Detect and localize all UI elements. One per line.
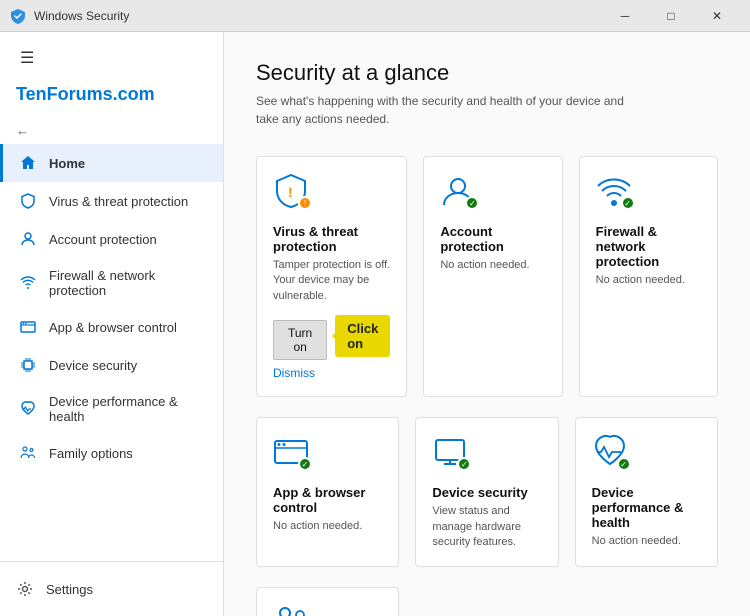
sidebar-item-home[interactable]: Home [0, 144, 223, 182]
heart-icon [19, 400, 37, 418]
sidebar-item-device-label: Device security [49, 358, 137, 373]
app-status-dot: ✓ [298, 457, 312, 471]
firewall-status-dot: ✓ [621, 196, 635, 210]
browser-icon [19, 318, 37, 336]
card-virus[interactable]: ! ! Virus & threat protection Tamper pro… [256, 156, 407, 397]
card-family[interactable]: Family options Manage how your family us… [256, 587, 399, 616]
maximize-button[interactable]: □ [648, 0, 694, 32]
settings-icon [16, 580, 34, 598]
sidebar-item-app-label: App & browser control [49, 320, 177, 335]
app-card-desc: No action needed. [273, 519, 382, 534]
family-card-icon [273, 604, 309, 616]
dismiss-link[interactable]: Dismiss [273, 366, 390, 380]
card-performance[interactable]: ✓ Device performance & health No action … [575, 417, 718, 567]
card-device-security[interactable]: ✓ Device security View status and manage… [415, 417, 558, 567]
device-sec-card-title: Device security [432, 485, 541, 500]
virus-btn-row: Turn on Click on [273, 312, 390, 360]
card-account[interactable]: ✓ Account protection No action needed. [423, 156, 562, 397]
sidebar-item-performance-label: Device performance & health [49, 394, 207, 424]
titlebar: Windows Security ─ □ ✕ [0, 0, 750, 32]
sidebar-item-account[interactable]: Account protection [0, 220, 223, 258]
svg-text:!: ! [288, 184, 293, 200]
app-container: ☰ TenForums.com ← Home Virus & threat pr… [0, 32, 750, 616]
sidebar-item-family-label: Family options [49, 446, 133, 461]
app-card-title: App & browser control [273, 485, 382, 515]
sidebar-item-family[interactable]: Family options [0, 434, 223, 472]
firewall-card-title: Firewall & network protection [596, 224, 701, 269]
nav-items: Home Virus & threat protection Account p… [0, 144, 223, 561]
account-card-icon: ✓ [440, 173, 476, 209]
cards-grid-row1: ! ! Virus & threat protection Tamper pro… [256, 156, 718, 397]
card-firewall[interactable]: ✓ Firewall & network protection No actio… [579, 156, 718, 397]
person-icon [19, 230, 37, 248]
sidebar-item-firewall[interactable]: Firewall & network protection [0, 258, 223, 308]
perf-card-desc: No action needed. [592, 534, 701, 549]
click-tooltip: Click on [335, 315, 390, 357]
hamburger-button[interactable]: ☰ [16, 44, 38, 72]
sidebar-item-account-label: Account protection [49, 232, 157, 247]
sidebar-header: ☰ [0, 32, 223, 80]
perf-card-title: Device performance & health [592, 485, 701, 530]
sidebar-item-performance[interactable]: Device performance & health [0, 384, 223, 434]
home-icon [19, 154, 37, 172]
hamburger-icon: ☰ [20, 48, 34, 68]
page-title: Security at a glance [256, 60, 718, 86]
firewall-card-icon: ✓ [596, 173, 632, 209]
virus-card-icon: ! ! [273, 173, 309, 209]
sidebar-item-virus-label: Virus & threat protection [49, 194, 188, 209]
sidebar-item-virus[interactable]: Virus & threat protection [0, 182, 223, 220]
sidebar-item-device[interactable]: Device security [0, 346, 223, 384]
nav-back[interactable]: ← [0, 117, 223, 144]
back-arrow-icon: ← [16, 123, 29, 138]
brand-logo: TenForums.com [0, 80, 223, 117]
account-status-dot: ✓ [465, 196, 479, 210]
minimize-button[interactable]: ─ [602, 0, 648, 32]
family-icon [19, 444, 37, 462]
main-content: Security at a glance See what's happenin… [224, 32, 750, 616]
virus-card-desc: Tamper protection is off. Your device ma… [273, 258, 390, 304]
cards-grid-row2: ✓ App & browser control No action needed… [256, 417, 718, 567]
page-subtitle: See what's happening with the security a… [256, 92, 636, 128]
settings-label: Settings [46, 582, 93, 597]
window-controls: ─ □ ✕ [602, 0, 740, 32]
close-button[interactable]: ✕ [694, 0, 740, 32]
device-sec-status-dot: ✓ [457, 457, 471, 471]
performance-card-icon: ✓ [592, 434, 628, 470]
sidebar-footer: Settings [0, 561, 223, 616]
account-card-desc: No action needed. [440, 258, 545, 273]
sidebar-item-home-label: Home [49, 156, 85, 171]
perf-status-dot: ✓ [617, 457, 631, 471]
cards-grid-row3: Family options Manage how your family us… [256, 587, 718, 616]
device-security-card-icon: ✓ [432, 434, 468, 470]
firewall-card-desc: No action needed. [596, 273, 701, 288]
settings-item[interactable]: Settings [16, 574, 207, 604]
virus-card-title: Virus & threat protection [273, 224, 390, 254]
sidebar-item-firewall-label: Firewall & network protection [49, 268, 207, 298]
turn-on-button[interactable]: Turn on [273, 320, 327, 360]
virus-status-dot: ! [298, 196, 312, 210]
chip-icon [19, 356, 37, 374]
card-app-browser[interactable]: ✓ App & browser control No action needed… [256, 417, 399, 567]
sidebar: ☰ TenForums.com ← Home Virus & threat pr… [0, 32, 224, 616]
device-sec-card-desc: View status and manage hardware security… [432, 504, 541, 550]
app-icon [10, 8, 26, 24]
sidebar-item-app[interactable]: App & browser control [0, 308, 223, 346]
account-card-title: Account protection [440, 224, 545, 254]
wifi-icon [19, 274, 37, 292]
shield-icon [19, 192, 37, 210]
titlebar-title: Windows Security [34, 9, 129, 23]
app-browser-card-icon: ✓ [273, 434, 309, 470]
